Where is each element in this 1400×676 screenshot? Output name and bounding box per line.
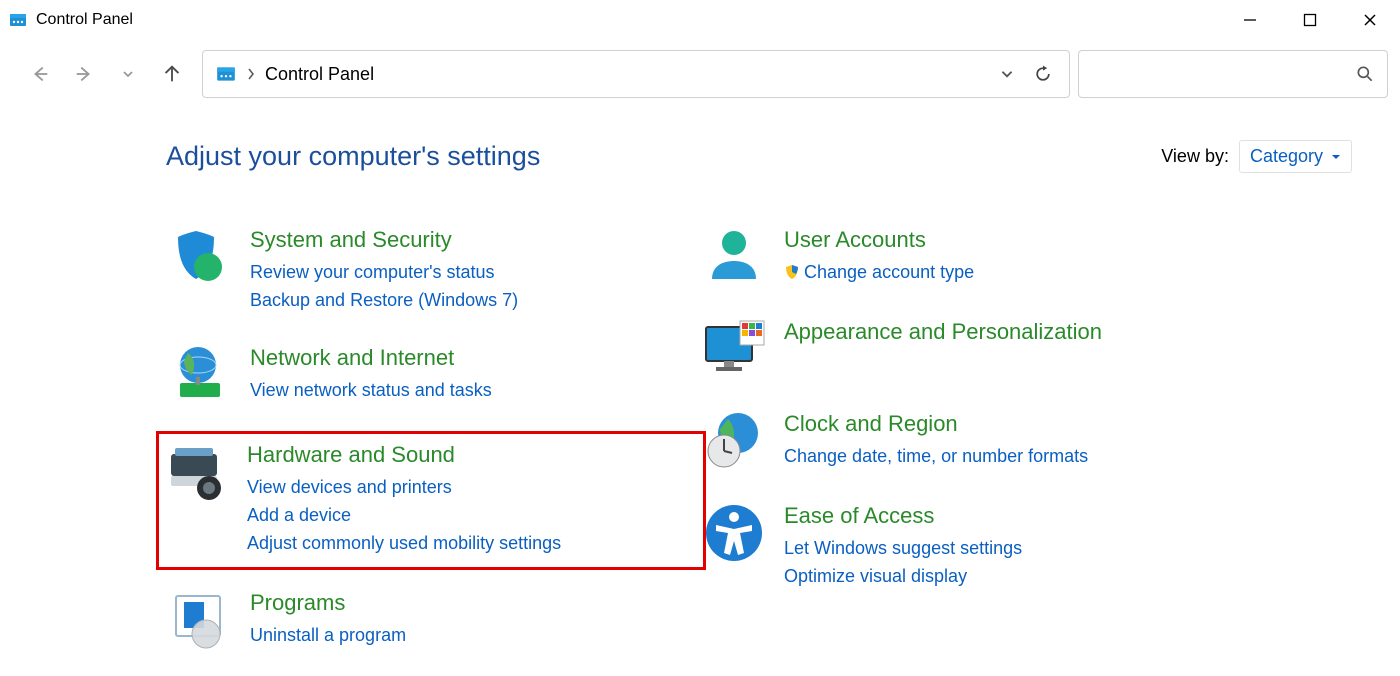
titlebar-left: Control Panel bbox=[8, 10, 133, 30]
address-bar[interactable]: Control Panel bbox=[202, 50, 1070, 98]
printer-camera-icon bbox=[165, 440, 229, 504]
network-globe-icon bbox=[168, 343, 232, 407]
category-system-security: System and Security Review your computer… bbox=[166, 221, 706, 319]
category-title[interactable]: Ease of Access bbox=[784, 503, 1022, 529]
control-panel-icon bbox=[8, 10, 28, 30]
clock-globe-icon bbox=[702, 409, 766, 473]
category-link[interactable]: Backup and Restore (Windows 7) bbox=[250, 287, 518, 315]
user-icon bbox=[702, 225, 766, 289]
address-dropdown-button[interactable] bbox=[999, 66, 1015, 82]
maximize-button[interactable] bbox=[1280, 0, 1340, 40]
category-link[interactable]: Let Windows suggest settings bbox=[784, 535, 1022, 563]
close-button[interactable] bbox=[1340, 0, 1400, 40]
view-by-label: View by: bbox=[1161, 146, 1229, 167]
breadcrumb-root[interactable]: Control Panel bbox=[265, 64, 989, 85]
titlebar: Control Panel bbox=[0, 0, 1400, 40]
search-icon bbox=[1355, 64, 1375, 84]
shield-icon bbox=[168, 225, 232, 289]
category-title[interactable]: User Accounts bbox=[784, 227, 974, 253]
category-link[interactable]: Review your computer's status bbox=[250, 259, 518, 287]
left-column: System and Security Review your computer… bbox=[166, 221, 706, 676]
category-clock-region: Clock and Region Change date, time, or n… bbox=[700, 405, 1240, 477]
programs-icon bbox=[168, 588, 232, 652]
category-link[interactable]: Change date, time, or number formats bbox=[784, 443, 1088, 471]
category-title[interactable]: Network and Internet bbox=[250, 345, 492, 371]
window-title: Control Panel bbox=[36, 11, 133, 29]
search-box[interactable] bbox=[1078, 50, 1388, 98]
category-programs: Programs Uninstall a program bbox=[166, 584, 706, 656]
view-by-dropdown[interactable]: Category bbox=[1239, 140, 1352, 173]
category-title[interactable]: Clock and Region bbox=[784, 411, 1088, 437]
category-link[interactable]: View network status and tasks bbox=[250, 377, 492, 405]
page-heading: Adjust your computer's settings bbox=[166, 141, 540, 172]
category-title[interactable]: Appearance and Personalization bbox=[784, 319, 1102, 345]
content-area: Adjust your computer's settings View by:… bbox=[0, 112, 1400, 676]
uac-shield-icon bbox=[784, 261, 800, 289]
category-hardware-sound: Hardware and Sound View devices and prin… bbox=[156, 431, 706, 571]
window-controls bbox=[1220, 0, 1400, 40]
category-user-accounts: User Accounts Change account type bbox=[700, 221, 1240, 293]
category-appearance-personalization: Appearance and Personalization bbox=[700, 313, 1240, 385]
accessibility-icon bbox=[702, 501, 766, 565]
view-by-value: Category bbox=[1250, 146, 1323, 167]
category-link[interactable]: Add a device bbox=[247, 502, 561, 530]
monitor-colors-icon bbox=[702, 317, 766, 381]
nav-up-button[interactable] bbox=[152, 54, 192, 94]
navigation-row: Control Panel bbox=[0, 40, 1400, 112]
nav-recent-dropdown[interactable] bbox=[108, 54, 148, 94]
category-title[interactable]: System and Security bbox=[250, 227, 518, 253]
right-column: User Accounts Change account type bbox=[700, 221, 1240, 676]
view-by-control: View by: Category bbox=[1161, 140, 1352, 173]
category-link[interactable]: View devices and printers bbox=[247, 474, 561, 502]
category-link[interactable]: Optimize visual display bbox=[784, 563, 1022, 591]
nav-buttons bbox=[12, 54, 194, 94]
category-link[interactable]: Uninstall a program bbox=[250, 622, 406, 650]
category-title[interactable]: Programs bbox=[250, 590, 406, 616]
category-link[interactable]: Adjust commonly used mobility settings bbox=[247, 530, 561, 558]
breadcrumb-separator-icon bbox=[247, 68, 255, 80]
nav-back-button[interactable] bbox=[20, 54, 60, 94]
category-title[interactable]: Hardware and Sound bbox=[247, 442, 561, 468]
chevron-down-icon bbox=[1331, 152, 1341, 162]
category-ease-of-access: Ease of Access Let Windows suggest setti… bbox=[700, 497, 1240, 595]
nav-forward-button[interactable] bbox=[64, 54, 104, 94]
category-link[interactable]: Change account type bbox=[784, 259, 974, 289]
category-columns: System and Security Review your computer… bbox=[166, 221, 1352, 676]
refresh-button[interactable] bbox=[1033, 64, 1053, 84]
control-panel-icon bbox=[215, 63, 237, 85]
category-network-internet: Network and Internet View network status… bbox=[166, 339, 706, 411]
content-header: Adjust your computer's settings View by:… bbox=[166, 140, 1352, 173]
minimize-button[interactable] bbox=[1220, 0, 1280, 40]
